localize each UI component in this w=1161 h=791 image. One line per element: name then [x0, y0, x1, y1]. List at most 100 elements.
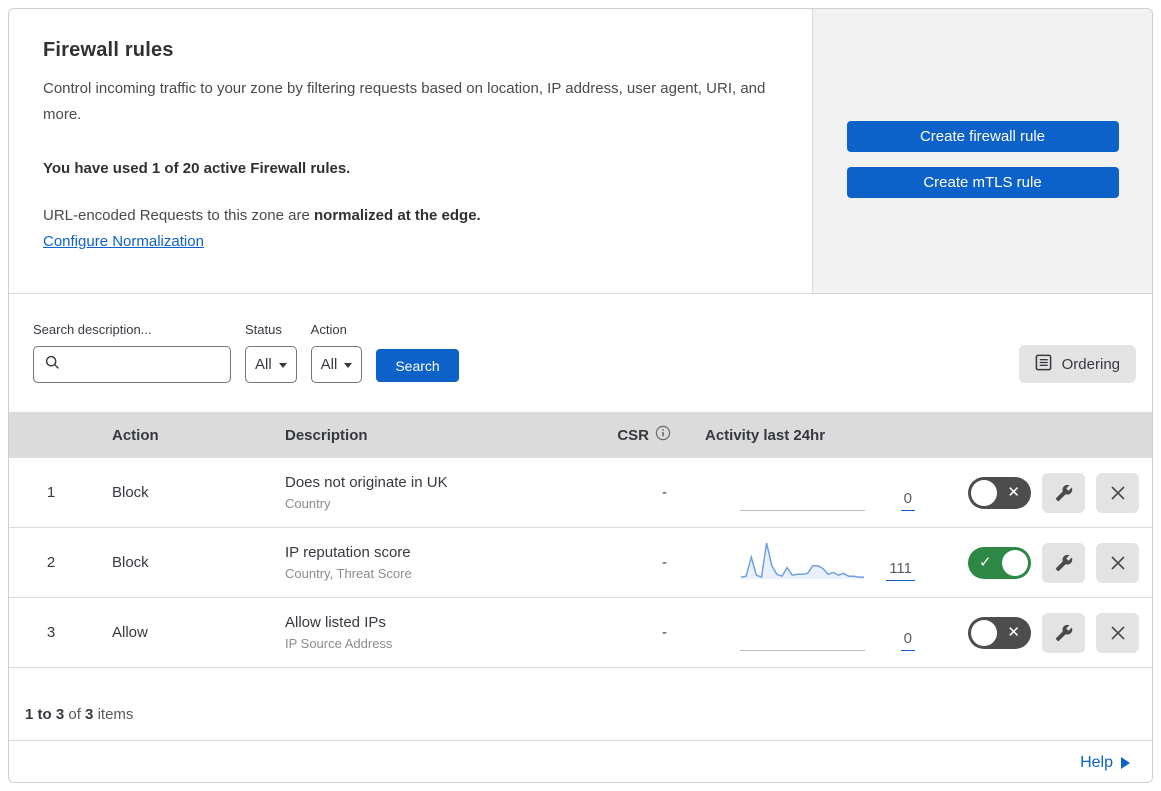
wrench-icon: [1055, 484, 1073, 502]
rule-description-cell: Does not originate in UK Country: [285, 474, 595, 511]
info-icon[interactable]: [655, 425, 671, 445]
ordering-button[interactable]: Ordering: [1018, 345, 1136, 383]
search-input[interactable]: [68, 356, 222, 373]
close-icon: [1108, 553, 1128, 573]
rule-controls: ✓ ✕: [935, 542, 1152, 583]
rule-description-cell: IP reputation score Country, Threat Scor…: [285, 544, 595, 581]
rule-priority: 1: [46, 484, 56, 501]
action-filter-group: Action All: [310, 322, 363, 383]
search-group: Search description...: [33, 322, 231, 383]
rule-controls: ✓ ✕: [935, 612, 1152, 653]
rule-fields: IP Source Address: [285, 636, 393, 651]
status-dropdown-value: All: [255, 356, 272, 373]
table-row: 1 Block Does not originate in UK Country…: [9, 458, 1152, 528]
search-label: Search description...: [33, 322, 152, 337]
rule-csr-value: -: [662, 624, 667, 641]
rule-fields: Country, Threat Score: [285, 566, 412, 581]
page-description: Control incoming traffic to your zone by…: [43, 80, 766, 123]
header-text-panel: Firewall rules Control incoming traffic …: [9, 9, 813, 293]
rule-enabled-toggle[interactable]: ✓ ✕: [968, 476, 1031, 509]
rule-enabled-toggle[interactable]: ✓ ✕: [968, 546, 1031, 579]
status-dropdown[interactable]: All: [245, 346, 297, 383]
usage-summary: You have used 1 of 20 active Firewall ru…: [43, 160, 351, 177]
create-mtls-rule-button[interactable]: Create mTLS rule: [846, 166, 1119, 198]
edit-rule-button[interactable]: [1042, 472, 1085, 513]
search-icon: [45, 355, 60, 375]
activity-sparkline-empty: [740, 467, 865, 511]
delete-rule-button[interactable]: [1096, 612, 1139, 653]
normalization-note: URL-encoded Requests to this zone are no…: [43, 207, 782, 224]
rule-fields: Country: [285, 496, 331, 511]
rule-description: Allow listed IPs: [285, 614, 386, 631]
items-text: items: [97, 706, 134, 723]
action-dropdown[interactable]: All: [310, 346, 363, 383]
rule-controls: ✓ ✕: [935, 472, 1152, 513]
check-icon: ✓: [979, 553, 992, 571]
rule-action: Block: [112, 484, 149, 501]
action-dropdown-value: All: [320, 356, 338, 373]
filters-bar: Search description... Status All Action …: [9, 294, 1152, 412]
table-header: Action Description CSR Activity last 24h…: [9, 412, 1152, 458]
item-total: 3: [85, 706, 94, 723]
chevron-down-icon: [278, 363, 287, 368]
csr-column-header: CSR: [595, 425, 677, 445]
activity-column-header: Activity last 24hr: [705, 426, 826, 444]
activity-count-link[interactable]: 0: [900, 630, 915, 651]
wrench-icon: [1055, 624, 1073, 642]
activity-sparkline-empty: [740, 607, 865, 651]
table-row: 2 Block IP reputation score Country, Thr…: [9, 528, 1152, 598]
status-label: Status: [245, 322, 282, 337]
close-icon: [1108, 483, 1128, 503]
normalization-bold: normalized at the edge.: [314, 207, 481, 224]
search-button[interactable]: Search: [376, 349, 459, 382]
cross-icon: ✕: [1007, 623, 1020, 641]
create-firewall-rule-button[interactable]: Create firewall rule: [846, 120, 1119, 152]
item-range: 1 to 3: [25, 706, 65, 723]
of-text: of: [68, 706, 81, 723]
help-bar: Help: [9, 741, 1152, 782]
activity-count-link[interactable]: 111: [886, 560, 915, 581]
search-input-box[interactable]: [33, 346, 231, 383]
status-filter-group: Status All: [245, 322, 297, 383]
rule-csr-value: -: [662, 484, 667, 501]
rule-enabled-toggle[interactable]: ✓ ✕: [968, 616, 1031, 649]
page-title: Firewall rules: [43, 39, 174, 61]
activity-sparkline: [740, 537, 865, 581]
configure-normalization-link[interactable]: Configure Normalization: [43, 233, 204, 250]
rule-priority: 2: [46, 554, 56, 571]
header-section: Firewall rules Control incoming traffic …: [9, 9, 1152, 294]
delete-rule-button[interactable]: [1096, 472, 1139, 513]
edit-rule-button[interactable]: [1042, 612, 1085, 653]
wrench-icon: [1055, 554, 1073, 572]
rule-action: Block: [112, 554, 149, 571]
rule-description-cell: Allow listed IPs IP Source Address: [285, 614, 595, 651]
action-column-header: Action: [112, 426, 159, 444]
header-actions-panel: Create firewall rule Create mTLS rule: [813, 9, 1152, 293]
rule-description: IP reputation score: [285, 544, 411, 561]
help-link-label: Help: [1080, 753, 1113, 771]
rule-activity-cell: 0: [677, 598, 935, 667]
description-column-header: Description: [285, 426, 368, 444]
toggle-knob: [971, 619, 997, 646]
rule-activity-cell: 111: [677, 528, 935, 597]
chevron-down-icon: [344, 363, 353, 368]
normalization-text: URL-encoded Requests to this zone are: [43, 207, 314, 224]
csr-header-label: CSR: [617, 426, 649, 444]
action-label: Action: [310, 322, 347, 337]
rule-csr-value: -: [662, 554, 667, 571]
rule-description: Does not originate in UK: [285, 474, 448, 491]
edit-rule-button[interactable]: [1042, 542, 1085, 583]
help-link[interactable]: Help: [1080, 754, 1130, 772]
rule-activity-cell: 0: [677, 458, 935, 527]
rule-priority: 3: [46, 624, 56, 641]
pagination-summary: 1 to 3 of 3 items: [9, 668, 1152, 741]
activity-count-link[interactable]: 0: [900, 490, 915, 511]
cross-icon: ✕: [1007, 483, 1020, 501]
table-row: 3 Allow Allow listed IPs IP Source Addre…: [9, 598, 1152, 668]
firewall-rules-card: Firewall rules Control incoming traffic …: [8, 8, 1153, 783]
close-icon: [1108, 623, 1128, 643]
arrow-right-icon: [1121, 757, 1130, 769]
ordering-button-label: Ordering: [1061, 355, 1120, 373]
delete-rule-button[interactable]: [1096, 542, 1139, 583]
toggle-knob: [1002, 549, 1028, 576]
